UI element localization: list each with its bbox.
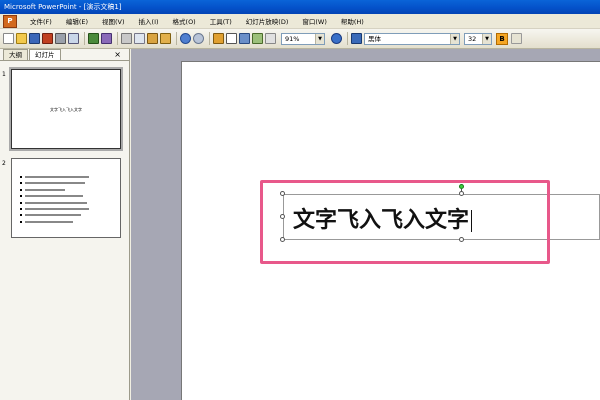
menu-tools[interactable]: 工具(T) bbox=[203, 16, 239, 26]
font-icon bbox=[351, 33, 362, 44]
insert-table-icon[interactable] bbox=[226, 33, 237, 44]
font-name-select[interactable]: 黑体 ▼ bbox=[364, 32, 460, 45]
bold-button[interactable]: B bbox=[496, 32, 508, 45]
slides-pane: 大纲 幻灯片 × 1 文字飞入飞入文字 2 bbox=[0, 49, 130, 400]
chevron-down-icon[interactable]: ▼ bbox=[450, 33, 459, 44]
thumbnail-bullets bbox=[20, 174, 104, 225]
italic-icon[interactable] bbox=[511, 33, 522, 44]
menu-format[interactable]: 格式(O) bbox=[166, 16, 203, 26]
window-title: Microsoft PowerPoint - [演示文稿1] bbox=[4, 3, 122, 11]
print-preview-icon[interactable] bbox=[68, 33, 79, 44]
slide-thumbnail-1[interactable]: 文字飞入飞入文字 bbox=[11, 69, 121, 149]
slide-number: 2 bbox=[2, 160, 6, 167]
new-icon[interactable] bbox=[3, 33, 14, 44]
insert-chart-icon[interactable] bbox=[213, 33, 224, 44]
menu-edit[interactable]: 编辑(E) bbox=[59, 16, 95, 26]
tables-borders-icon[interactable] bbox=[239, 33, 250, 44]
highlight-box bbox=[260, 180, 550, 264]
paste-icon[interactable] bbox=[147, 33, 158, 44]
thumbnail-bullet-line bbox=[20, 219, 104, 225]
menu-window[interactable]: 窗口(W) bbox=[295, 16, 334, 26]
slide-number: 1 bbox=[2, 71, 6, 78]
zoom-value: 91% bbox=[285, 34, 300, 43]
zoom-select[interactable]: 91% ▼ bbox=[281, 32, 325, 45]
format-painter-icon[interactable] bbox=[160, 33, 171, 44]
thumbnail-text: 文字飞入飞入文字 bbox=[50, 107, 82, 112]
insert-picture-icon[interactable] bbox=[252, 33, 263, 44]
toolbar-separator bbox=[117, 32, 118, 45]
standard-toolbar: 91% ▼ 黑体 ▼ 32 ▼ B bbox=[0, 29, 600, 49]
menu-bar: P 文件(F) 编辑(E) 视图(V) 插入(I) 格式(O) 工具(T) 幻灯… bbox=[0, 14, 600, 29]
copy-icon[interactable] bbox=[134, 33, 145, 44]
menu-insert[interactable]: 插入(I) bbox=[132, 16, 166, 26]
toolbar-separator bbox=[176, 32, 177, 45]
title-bar: Microsoft PowerPoint - [演示文稿1] bbox=[0, 0, 600, 14]
research-icon[interactable] bbox=[101, 33, 112, 44]
menu-slideshow[interactable]: 幻灯片放映(D) bbox=[239, 16, 296, 26]
font-size-select[interactable]: 32 ▼ bbox=[464, 32, 492, 45]
redo-icon[interactable] bbox=[193, 33, 204, 44]
open-icon[interactable] bbox=[16, 33, 27, 44]
grid-icon[interactable] bbox=[265, 33, 276, 44]
help-icon[interactable] bbox=[331, 33, 342, 44]
menu-view[interactable]: 视图(V) bbox=[95, 16, 132, 26]
chevron-down-icon[interactable]: ▼ bbox=[482, 33, 491, 44]
toolbar-separator bbox=[347, 32, 348, 45]
print-icon[interactable] bbox=[55, 33, 66, 44]
toolbar-separator bbox=[209, 32, 210, 45]
pane-tabs: 大纲 幻灯片 × bbox=[0, 49, 129, 61]
save-icon[interactable] bbox=[29, 33, 40, 44]
font-size-value: 32 bbox=[468, 34, 477, 43]
permission-icon[interactable] bbox=[42, 33, 53, 44]
menu-file[interactable]: 文件(F) bbox=[23, 16, 59, 26]
slide-thumbnail-2[interactable] bbox=[11, 158, 121, 238]
undo-icon[interactable] bbox=[180, 33, 191, 44]
tab-outline[interactable]: 大纲 bbox=[3, 49, 28, 60]
spelling-icon[interactable] bbox=[88, 33, 99, 44]
font-name-value: 黑体 bbox=[368, 34, 381, 43]
toolbar-separator bbox=[84, 32, 85, 45]
cut-icon[interactable] bbox=[121, 33, 132, 44]
powerpoint-app-icon[interactable]: P bbox=[3, 14, 17, 28]
chevron-down-icon[interactable]: ▼ bbox=[315, 33, 324, 44]
menu-help[interactable]: 帮助(H) bbox=[334, 16, 371, 26]
tab-slides[interactable]: 幻灯片 bbox=[29, 49, 61, 60]
close-icon[interactable]: × bbox=[114, 49, 121, 61]
